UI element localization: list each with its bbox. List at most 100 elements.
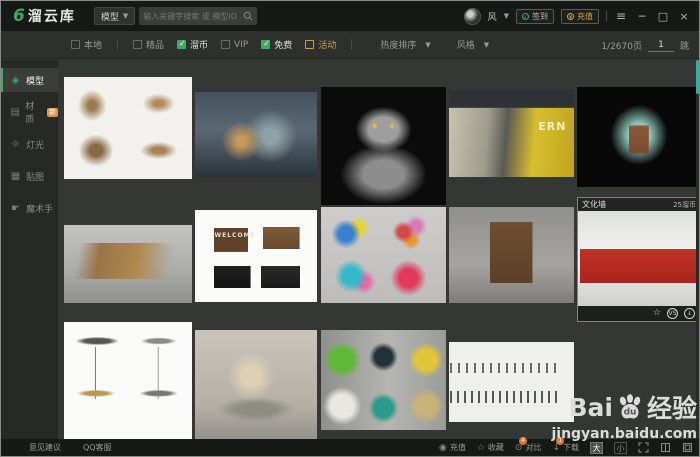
feedback-link[interactable]: 意见建议: [29, 442, 61, 453]
divider: [117, 39, 119, 50]
coin-icon: ¥: [567, 12, 574, 21]
search-box: [139, 7, 258, 25]
titlebar-right: 风 ▼ ✓ 签到 ¥ 充值 ≡ ─ □ ×: [463, 1, 691, 31]
divider: [606, 10, 607, 22]
sidebar-item-label: 魔术手: [26, 204, 54, 215]
compare-badge: 4: [518, 437, 527, 445]
model-tile-office[interactable]: ERN: [449, 90, 574, 177]
chevron-down-icon: ▼: [425, 40, 431, 49]
filter-label: 溜币: [190, 41, 209, 51]
filter-boutique[interactable]: 精品: [133, 38, 164, 51]
model-tile-kids[interactable]: [321, 207, 446, 303]
filter-local[interactable]: 本地: [71, 38, 102, 51]
sidebar-item-label: 模型: [26, 76, 45, 87]
model-tile-people[interactable]: [449, 342, 574, 422]
qq-support-link[interactable]: QQ客服: [83, 442, 112, 453]
sidebar-item-magic-hand[interactable]: ☛ 魔术手: [1, 196, 58, 220]
sidebar-item-model[interactable]: ◈ 模型: [1, 68, 58, 92]
checkbox-icon: [305, 40, 315, 49]
bulb-icon: ☼: [11, 138, 20, 150]
model-tile-shop[interactable]: [195, 92, 317, 177]
tile-thumbnail: [195, 92, 317, 177]
filter-free[interactable]: 免费: [261, 38, 292, 51]
model-grid: ERN WELCOME 文化墙 25溜币 ☆ VS ↓: [58, 60, 699, 441]
category-dropdown[interactable]: 模型 ▼: [93, 7, 136, 25]
download-icon[interactable]: ↓: [684, 308, 695, 319]
single-panel-view-icon[interactable]: [660, 442, 671, 453]
tile-thumbnail: [578, 211, 699, 306]
size-small-button[interactable]: 小: [614, 441, 627, 454]
filter-activity[interactable]: 活动: [305, 38, 336, 51]
filter-group: 本地 精品 溜币 VIP 免费 活动: [71, 38, 354, 51]
style-dropdown[interactable]: 风格 ▼: [456, 38, 490, 52]
recharge-button[interactable]: ¥ 充值: [561, 8, 599, 24]
page-input[interactable]: [647, 38, 674, 52]
sidebar: ◈ 模型 ▤ 材质 新 ☼ 灯光 ▦ 贴图 ☛ 魔术手: [1, 60, 58, 441]
scrollbar-thumb[interactable]: [696, 60, 699, 94]
scrollbar[interactable]: [696, 60, 699, 441]
user-avatar[interactable]: [463, 7, 481, 25]
close-button[interactable]: ×: [677, 10, 691, 23]
grid-view-icon[interactable]: [682, 442, 693, 453]
model-tile-tables[interactable]: [64, 322, 192, 441]
favorite-icon[interactable]: ☆: [653, 308, 661, 319]
filter-coin[interactable]: 溜币: [177, 38, 208, 51]
filter-vip[interactable]: VIP: [221, 40, 248, 50]
checkbox-icon: [177, 39, 187, 49]
new-badge: 新: [47, 107, 58, 117]
menu-icon[interactable]: ≡: [614, 9, 628, 23]
tile-thumbnail: ERN: [449, 90, 574, 177]
fullscreen-icon[interactable]: [638, 442, 649, 453]
compare-tool[interactable]: ⊙ 4 对比: [515, 437, 541, 453]
checkin-button[interactable]: ✓ 签到: [516, 8, 554, 24]
titlebar: 6 溜云库 模型 ▼ 风 ▼ ✓ 签到 ¥ 充值 ≡: [1, 1, 699, 31]
model-tile-pergola[interactable]: [64, 225, 192, 303]
app-window: 6 溜云库 模型 ▼ 风 ▼ ✓ 签到 ¥ 充值 ≡: [0, 0, 700, 457]
model-tile-welcome[interactable]: WELCOME: [195, 210, 317, 302]
tile-thumbnail: [321, 207, 446, 303]
hand-icon: ☛: [11, 202, 20, 214]
cube-icon: ◈: [11, 74, 20, 86]
model-tile-culture[interactable]: 文化墙 25溜币 ☆ VS ↓: [577, 197, 699, 322]
tile-thumbnail: [64, 77, 192, 179]
size-large-button[interactable]: 大: [590, 441, 603, 454]
chevron-down-icon: ▼: [503, 12, 509, 20]
filter-label: 精品: [146, 41, 165, 51]
model-tile-wallart[interactable]: [64, 77, 192, 179]
checkbox-icon: [133, 40, 143, 49]
search-input[interactable]: [143, 11, 244, 21]
download-tool[interactable]: ↓ 1 下载: [552, 437, 579, 453]
logo-icon: 6: [13, 6, 25, 26]
filter-label: VIP: [234, 39, 249, 50]
tile-thumbnail: [195, 330, 317, 440]
filter-label: 活动: [318, 41, 337, 51]
star-icon: ☆: [476, 442, 485, 453]
maximize-button[interactable]: □: [656, 10, 670, 23]
favorites-label: 收藏: [487, 443, 504, 452]
compare-vs-icon[interactable]: VS: [667, 308, 678, 319]
model-tile-zen[interactable]: [195, 330, 317, 440]
model-tile-arch[interactable]: [577, 87, 699, 187]
username-menu[interactable]: 风 ▼: [488, 10, 509, 23]
model-tile-cabinet[interactable]: [449, 207, 574, 303]
style-label: 风格: [456, 41, 475, 51]
model-tile-signs[interactable]: [321, 330, 446, 430]
statusbar-left: 意见建议 QQ客服: [29, 442, 112, 453]
minimize-button[interactable]: ─: [635, 10, 649, 23]
model-tile-cat[interactable]: [321, 87, 446, 205]
page-jump-button[interactable]: 跳: [680, 39, 689, 52]
tile-thumbnail: [449, 342, 574, 422]
search-icon[interactable]: [243, 11, 253, 21]
status-bar: 意见建议 QQ客服 ◉ 充值 ☆ 收藏 ⊙ 4 对比 ↓ 1 下载 大 小: [1, 437, 699, 456]
app-logo: 6 溜云库: [13, 6, 76, 26]
chevron-down-icon: ▼: [483, 40, 490, 49]
recharge-tool[interactable]: ◉ 充值: [439, 442, 466, 453]
sidebar-item-map[interactable]: ▦ 贴图: [1, 164, 58, 188]
sidebar-item-material[interactable]: ▤ 材质 新: [1, 100, 58, 125]
sort-dropdown[interactable]: 热度排序 ▼: [380, 38, 431, 52]
tile-thumbnail: [577, 87, 699, 187]
favorites-tool[interactable]: ☆ 收藏: [477, 442, 504, 453]
sidebar-item-light[interactable]: ☼ 灯光: [1, 132, 58, 156]
pagination: 1/2670页 跳: [601, 31, 689, 59]
tile-thumbnail: [449, 207, 574, 303]
